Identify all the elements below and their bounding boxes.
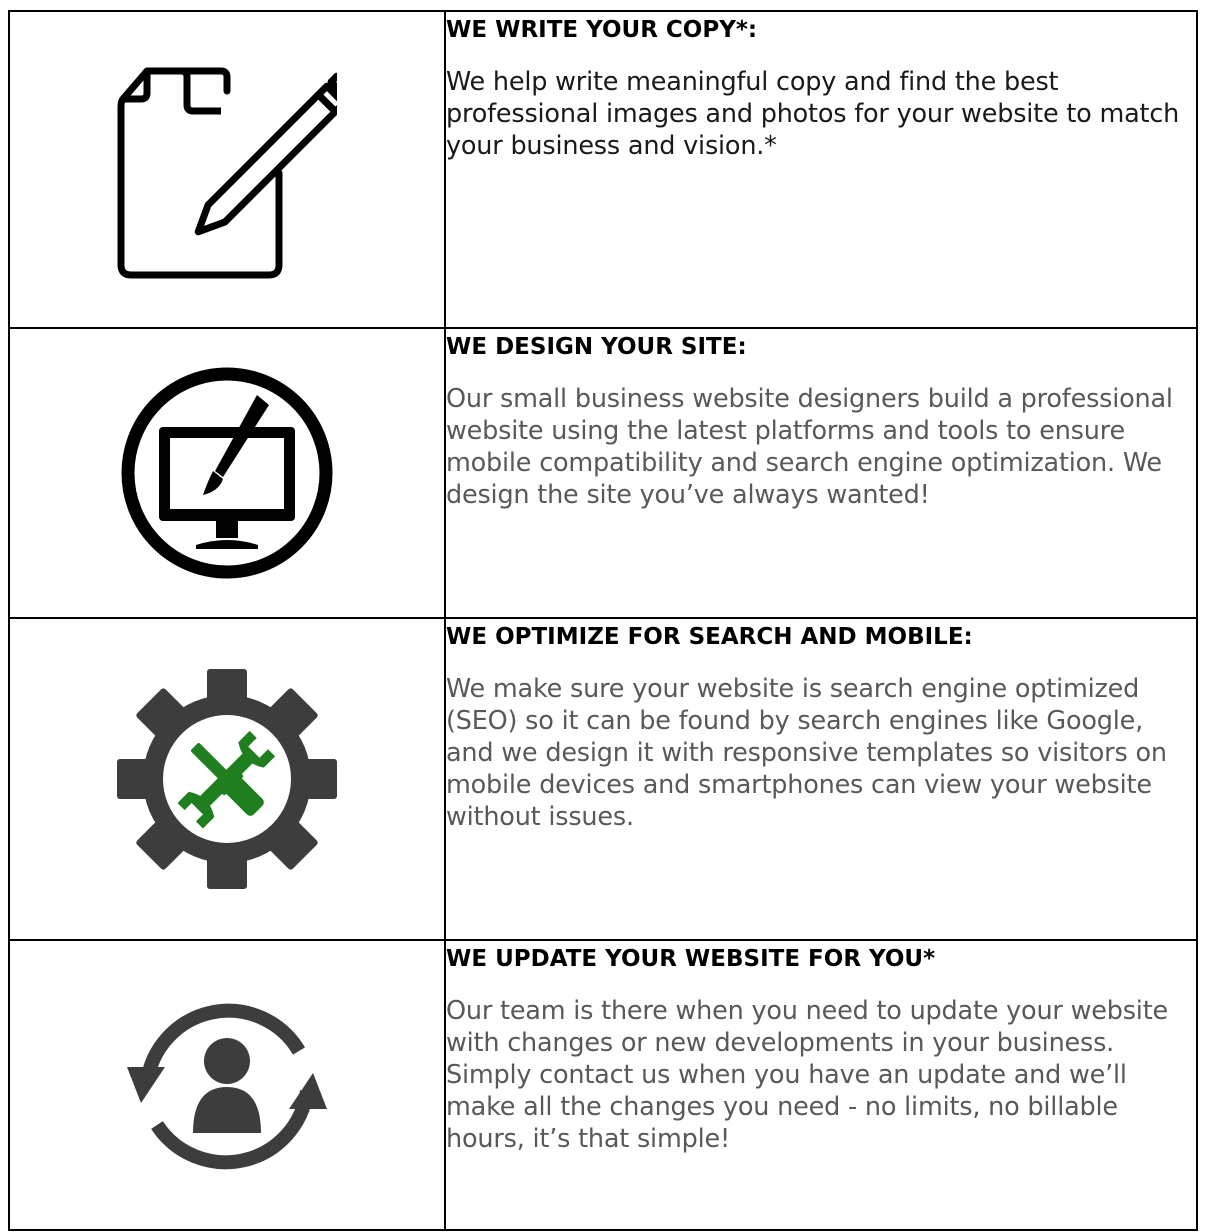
service-row: WE DESIGN YOUR SITE: Our small business … [8,327,1198,619]
service-title: WE DESIGN YOUR SITE: [446,334,747,360]
service-icon-cell [8,939,446,1231]
service-icon-cell [8,617,446,941]
service-title: WE OPTIMIZE FOR SEARCH AND MOBILE: [446,624,973,650]
service-row: WE WRITE YOUR COPY*: We help write meani… [8,10,1198,329]
gear-tools-icon [117,669,337,889]
service-text-cell: WE WRITE YOUR COPY*: We help write meani… [444,10,1198,329]
services-table: WE WRITE YOUR COPY*: We help write meani… [8,10,1198,1231]
user-sync-icon [127,1003,327,1170]
service-description: We help write meaningful copy and find t… [446,67,1180,161]
service-text-cell: WE DESIGN YOUR SITE: Our small business … [444,327,1198,619]
service-icon-cell [8,10,446,329]
service-icon-cell [8,327,446,619]
service-row: WE OPTIMIZE FOR SEARCH AND MOBILE: We ma… [8,617,1198,941]
service-description: We make sure your website is search engi… [446,674,1167,832]
service-description: Our team is there when you need to updat… [446,996,1168,1154]
service-title: WE UPDATE YOUR WEBSITE FOR YOU* [446,946,936,972]
service-description: Our small business website designers bui… [446,384,1173,510]
service-text-cell: WE OPTIMIZE FOR SEARCH AND MOBILE: We ma… [444,617,1198,941]
service-text-cell: WE UPDATE YOUR WEBSITE FOR YOU* Our team… [444,939,1198,1231]
service-row: WE UPDATE YOUR WEBSITE FOR YOU* Our team… [8,939,1198,1231]
document-pencil-icon [117,67,337,278]
service-title: WE WRITE YOUR COPY*: [446,17,758,43]
monitor-brush-icon [121,367,333,579]
